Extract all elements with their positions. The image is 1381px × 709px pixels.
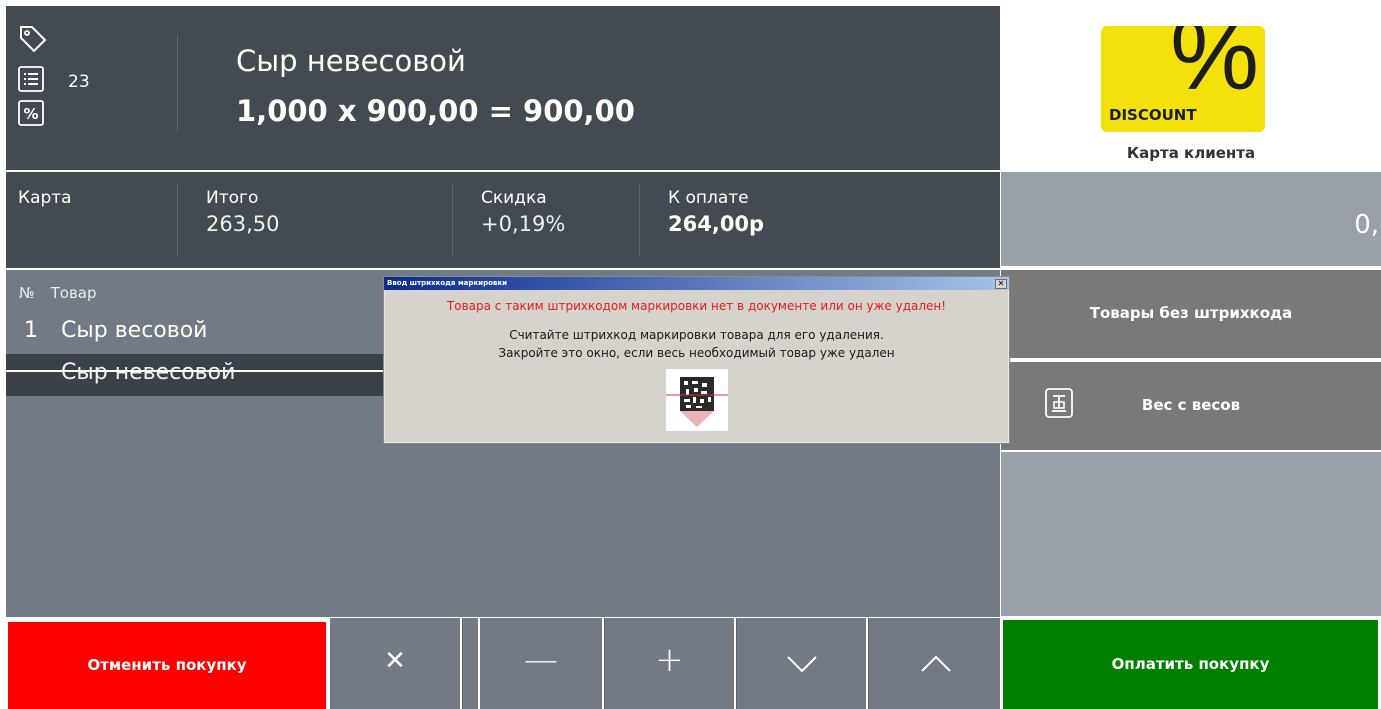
removed-strikethrough [6, 370, 386, 372]
no-barcode-items-label: Товары без штрихкода [1089, 304, 1293, 322]
close-icon[interactable]: ✕ [995, 279, 1007, 289]
percent-symbol: % [1170, 26, 1259, 111]
tag-icon [20, 26, 47, 53]
divider [452, 184, 453, 256]
toolbar-divider [462, 618, 478, 709]
current-product-calculation: 1,000 x 900,00 = 900,00 [236, 94, 635, 128]
card-cell[interactable]: Карта [18, 188, 72, 208]
chevron-up-icon [921, 656, 951, 672]
column-number: № [19, 284, 35, 302]
current-product-name: Сыр невесовой [236, 44, 466, 78]
client-card-label: Карта клиента [1126, 144, 1256, 162]
total-label: Итого [206, 188, 259, 208]
divider [177, 34, 178, 132]
discount-value: +0,19% [481, 212, 566, 236]
no-barcode-items-button[interactable]: Товары без штрихкода [1001, 270, 1381, 358]
item-name: Сыр невесовой [61, 360, 236, 385]
minus-icon: — [524, 640, 558, 680]
delete-item-button[interactable]: ✕ [330, 618, 460, 709]
cancel-purchase-button[interactable]: Отменить покупку [8, 622, 326, 709]
percent-icon[interactable]: % [18, 100, 44, 126]
totals-bar: Карта Итого 263,50 Скидка +0,19% К оплат… [6, 172, 1000, 268]
discount-label: Скидка [481, 188, 547, 208]
scroll-down-button[interactable] [736, 618, 866, 709]
pos-screen: % 23 Сыр невесовой 1,000 x 900,00 = 900,… [0, 0, 1381, 709]
right-panel-empty [1001, 452, 1381, 616]
scale-weight-label: Вес с весов [1141, 396, 1241, 414]
divider [177, 184, 178, 256]
total-cell: Итого 263,50 [206, 188, 279, 236]
discount-logo-text: DISCOUNT [1109, 106, 1197, 124]
to-pay-label: К оплате [668, 188, 749, 208]
plus-icon: + [655, 640, 684, 680]
card-label: Карта [18, 188, 72, 208]
datamatrix-scan-icon [666, 369, 728, 431]
divider [639, 184, 640, 256]
column-product: Товар [50, 284, 97, 302]
chevron-down-icon [787, 656, 817, 672]
item-number: 1 [24, 318, 38, 343]
list-header: № Товар [19, 284, 97, 302]
header-icons: % [18, 24, 58, 126]
discount-cell: Скидка +0,19% [481, 188, 565, 236]
close-icon: ✕ [384, 646, 406, 676]
list-icon[interactable] [18, 66, 44, 92]
scroll-up-button[interactable] [868, 618, 1000, 709]
amount-value: 0, [1354, 210, 1379, 240]
dialog-message-line-1: Считайте штрихкод маркировки товара для … [509, 328, 884, 342]
svg-text:%: % [23, 105, 38, 123]
scale-weight-button[interactable]: Вес с весов [1001, 362, 1381, 450]
discount-card-logo: % DISCOUNT [1101, 26, 1265, 132]
total-value: 263,50 [206, 212, 280, 236]
amount-display: 0, [1001, 172, 1381, 266]
dialog-message-line-2: Закройте это окно, если весь необходимый… [498, 346, 895, 360]
increase-quantity-button[interactable]: + [604, 618, 734, 709]
decrease-quantity-button[interactable]: — [480, 618, 602, 709]
dialog-error-message: Товара с таким штрихкодом маркировки нет… [446, 299, 947, 313]
item-name: Сыр весовой [61, 318, 208, 343]
current-item-header: % 23 Сыр невесовой 1,000 x 900,00 = 900,… [6, 6, 1000, 170]
to-pay-value: 264,00р [668, 212, 765, 236]
client-card-button[interactable]: % DISCOUNT Карта клиента [1001, 6, 1381, 170]
marking-barcode-dialog: Ввод штрихкода маркировки ✕ Товара с так… [383, 276, 1010, 444]
to-pay-cell: К оплате 264,00р [668, 188, 764, 236]
dialog-title: Ввод штрихкода маркировки [384, 277, 1009, 290]
item-count: 23 [68, 72, 90, 92]
pay-purchase-button[interactable]: Оплатить покупку [1003, 620, 1378, 709]
